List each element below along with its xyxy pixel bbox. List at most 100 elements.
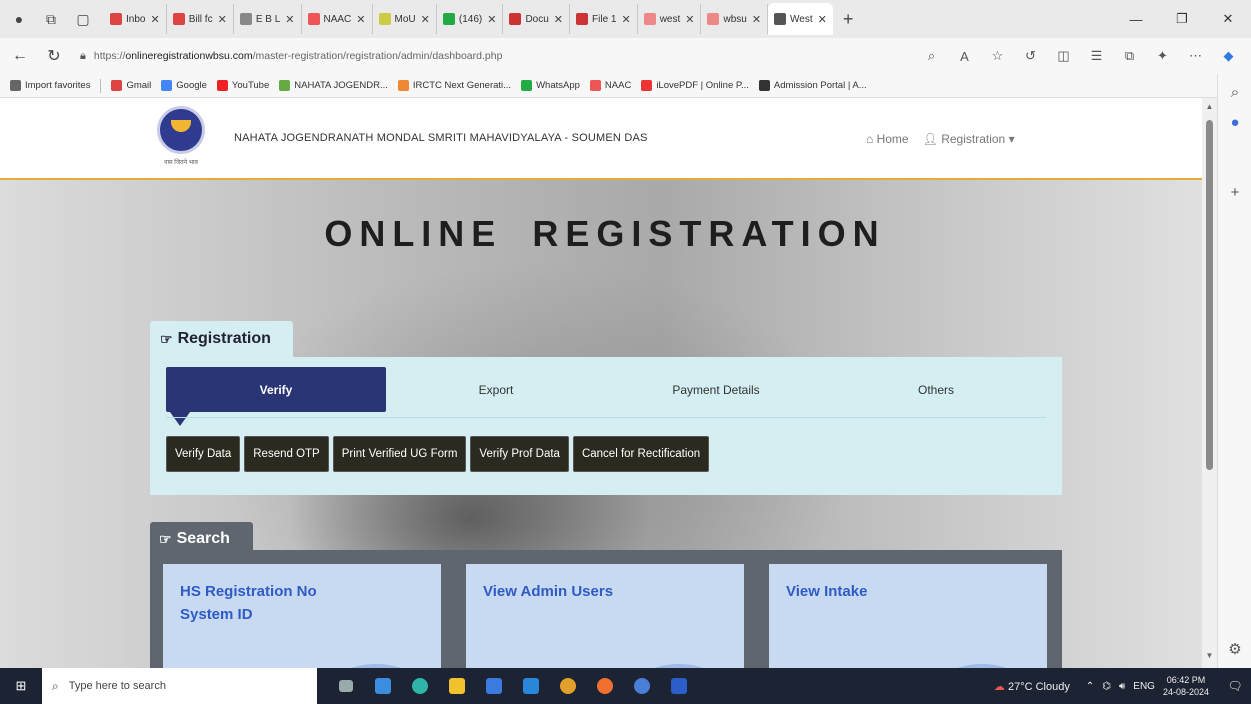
close-window-button[interactable]: ✕ [1205, 0, 1251, 38]
volume-icon[interactable]: 🔊︎ [1119, 681, 1125, 692]
favorite-icon [10, 80, 21, 91]
tray-overflow-icon[interactable]: ⌃ [1086, 681, 1094, 692]
browser-tab[interactable]: Bill fc ✕ [167, 4, 234, 34]
action-button[interactable]: Verify Data [166, 436, 241, 472]
registration-subtab[interactable]: Export [386, 367, 606, 412]
firefox-icon[interactable] [586, 668, 623, 704]
favorite-item[interactable]: Gmail [111, 80, 151, 91]
edge-icon[interactable] [401, 668, 438, 704]
action-button[interactable]: Verify Prof Data [470, 436, 569, 472]
nav-registration-dropdown[interactable]: 👤︎ Registration ▾ [923, 132, 1015, 146]
tab-close-icon[interactable]: ✕ [818, 13, 827, 26]
browser-tab[interactable]: Docu ✕ [503, 4, 571, 34]
split-screen-icon[interactable]: ◫ [1047, 48, 1080, 64]
task-view-icon[interactable] [327, 668, 364, 704]
collections-icon[interactable]: ⧉ [1113, 48, 1146, 64]
scroll-up-arrow[interactable]: ▲ [1202, 102, 1217, 111]
favorite-item[interactable]: NAHATA JOGENDR... [279, 80, 388, 91]
notification-center-icon[interactable]: 🗨︎ [1223, 679, 1247, 693]
sidebar-settings-icon[interactable]: ⚙ [1218, 640, 1251, 658]
page-scrollbar[interactable]: ▲ ▼ [1202, 98, 1217, 668]
refresh-button[interactable]: ↻ [40, 42, 68, 70]
card-title: View Intake [786, 583, 868, 600]
tab-close-icon[interactable]: ✕ [218, 13, 227, 26]
nav-home[interactable]: ⌂ Home [866, 132, 909, 146]
browser-tab[interactable]: MoU ✕ [373, 4, 437, 34]
tab-close-icon[interactable]: ✕ [150, 13, 159, 26]
more-menu-icon[interactable]: ⋯ [1179, 48, 1212, 64]
copilot-icon[interactable]: ◆ [1212, 48, 1245, 64]
registration-subtab[interactable]: Others [826, 367, 1046, 412]
action-button[interactable]: Resend OTP [244, 436, 329, 472]
search-card-intake[interactable]: View Intake [769, 564, 1047, 668]
favorite-item[interactable]: YouTube [216, 80, 269, 91]
browser-tab[interactable]: West ✕ [768, 3, 833, 35]
tab-favicon-icon [110, 13, 122, 25]
new-tab-button[interactable]: + [843, 9, 854, 30]
zoom-icon[interactable]: ⌕ [915, 48, 948, 64]
minimize-button[interactable]: — [1113, 0, 1159, 38]
restore-button[interactable]: ❐ [1159, 0, 1205, 38]
tab-close-icon[interactable]: ✕ [487, 13, 496, 26]
refresh-extension-icon[interactable]: ↺ [1014, 48, 1047, 64]
favorite-item[interactable]: WhatsApp [521, 80, 580, 91]
browser-tab[interactable]: wbsu ✕ [701, 4, 769, 34]
favorite-item[interactable]: NAAC [589, 80, 631, 91]
scroll-down-arrow[interactable]: ▼ [1202, 651, 1217, 660]
scrollbar-thumb[interactable] [1206, 120, 1213, 470]
action-button[interactable]: Cancel for Rectification [572, 436, 710, 472]
browser-tab[interactable]: NAAC ✕ [302, 4, 373, 34]
action-button[interactable]: Print Verified UG Form [332, 436, 467, 472]
favorite-icon [161, 80, 173, 91]
registration-subtab[interactable]: Payment Details [606, 367, 826, 412]
tab-close-icon[interactable]: ✕ [621, 13, 630, 26]
taskbar-search-box[interactable]: ⌕ Type here to search [42, 668, 317, 704]
tab-close-icon[interactable]: ✕ [421, 13, 430, 26]
site-title: NAHATA JOGENDRANATH MONDAL SMRITI MAHAVI… [234, 132, 648, 144]
browser-tab[interactable]: west ✕ [638, 4, 702, 34]
browser-tab[interactable]: E B L ✕ [234, 4, 302, 34]
sidebar-search-icon[interactable]: ⌕ [1218, 84, 1251, 101]
profile-avatar-icon[interactable]: ● [6, 6, 32, 32]
browser-tab[interactable]: File 1 ✕ [570, 4, 638, 34]
registration-subtab[interactable]: Verify [166, 367, 386, 426]
sidebar-add-icon[interactable]: + [1218, 184, 1251, 201]
tab-actions-icon[interactable]: ▢ [70, 6, 96, 32]
tab-close-icon[interactable]: ✕ [285, 13, 294, 26]
favorite-item[interactable]: iLovePDF | Online P... [641, 80, 749, 91]
browser-tab[interactable]: Inbo ✕ [104, 4, 167, 34]
chrome-icon[interactable] [549, 668, 586, 704]
favorites-list-icon[interactable]: ☰ [1080, 48, 1113, 64]
back-button[interactable]: ← [6, 42, 34, 70]
weather-widget[interactable]: ☁ 27°C Cloudy [994, 680, 1070, 693]
favorite-item[interactable]: Admission Portal | A... [758, 80, 867, 91]
mail-icon[interactable] [512, 668, 549, 704]
windows-start-icon[interactable]: ⊞ [0, 668, 42, 704]
search-card-admin-users[interactable]: View Admin Users [466, 564, 744, 668]
store-icon[interactable] [475, 668, 512, 704]
file-explorer-icon[interactable] [438, 668, 475, 704]
favorite-item[interactable]: IRCTC Next Generati... [397, 80, 511, 91]
favorite-label: Google [176, 80, 207, 91]
language-indicator[interactable]: ENG [1133, 681, 1155, 692]
word-icon[interactable] [660, 668, 697, 704]
sidebar-apps-icon[interactable]: ● [1218, 114, 1251, 131]
tab-close-icon[interactable]: ✕ [685, 13, 694, 26]
network-icon[interactable]: ⌬ [1102, 681, 1111, 692]
clock[interactable]: 06:42 PM 24-08-2024 [1163, 674, 1209, 698]
workspaces-icon[interactable]: ⧉ [38, 6, 64, 32]
search-card-hs-registration[interactable]: HS Registration No System ID [163, 564, 441, 668]
tab-close-icon[interactable]: ✕ [356, 13, 365, 26]
tab-close-icon[interactable]: ✕ [554, 13, 563, 26]
browser-tab[interactable]: (146) ✕ [437, 4, 504, 34]
extensions-icon[interactable]: ✦ [1146, 48, 1179, 64]
favorite-item[interactable]: Google [161, 80, 207, 91]
url-field[interactable]: 🔒︎ https://onlineregistrationwbsu.com/ma… [80, 50, 820, 63]
favorite-star-icon[interactable]: ☆ [981, 48, 1014, 64]
app-icon[interactable] [623, 668, 660, 704]
favorite-item[interactable]: Import favorites [10, 80, 90, 91]
college-logo[interactable]: नाम जितने भाव [153, 106, 209, 176]
tab-close-icon[interactable]: ✕ [752, 13, 761, 26]
read-aloud-icon[interactable]: A [948, 49, 981, 64]
widgets-icon[interactable] [364, 668, 401, 704]
